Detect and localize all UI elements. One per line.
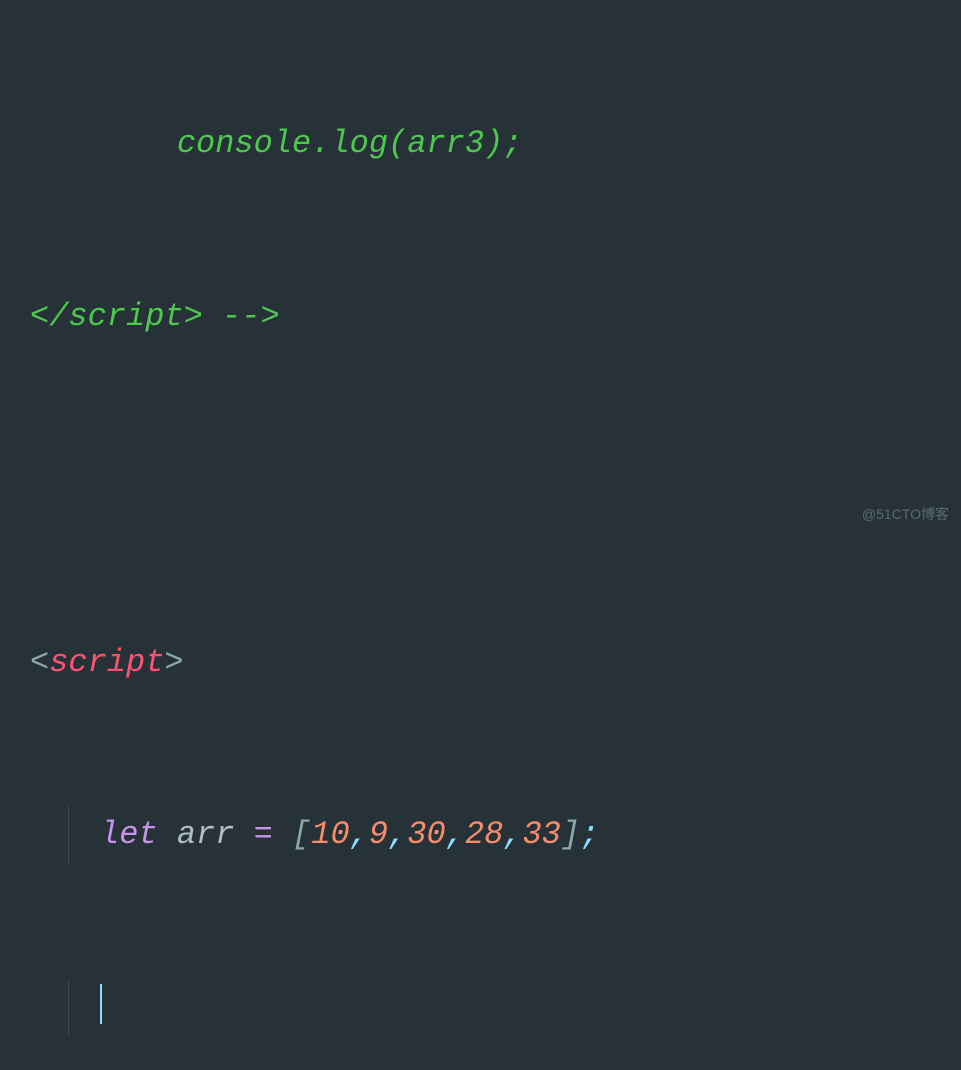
comma: , bbox=[503, 816, 522, 853]
code-line: let arr = [10,9,30,28,33]; bbox=[30, 806, 961, 864]
variable: arr bbox=[177, 816, 235, 853]
number: 28 bbox=[465, 816, 503, 853]
comma: , bbox=[388, 816, 407, 853]
number: 33 bbox=[522, 816, 560, 853]
text-caret bbox=[100, 984, 102, 1024]
comma: , bbox=[446, 816, 465, 853]
indent-guide bbox=[68, 806, 69, 864]
tag-bracket: > bbox=[164, 644, 183, 681]
number: 9 bbox=[369, 816, 388, 853]
tag-bracket: < bbox=[30, 644, 49, 681]
operator: = bbox=[234, 816, 292, 853]
number: 10 bbox=[311, 816, 349, 853]
watermark: @51CTO博客 bbox=[862, 502, 949, 527]
indent-guide bbox=[68, 979, 69, 1037]
comment-text: console.log(arr3); bbox=[30, 125, 522, 162]
code-line: <script> bbox=[30, 634, 961, 692]
bracket: ] bbox=[561, 816, 580, 853]
comment-text: </script​> --> bbox=[30, 298, 280, 335]
number: 30 bbox=[407, 816, 445, 853]
code-line: console.log(arr3); bbox=[30, 115, 961, 173]
code-editor: console.log(arr3); </script​> --> <scrip… bbox=[0, 0, 961, 1070]
comma: , bbox=[350, 816, 369, 853]
keyword: let bbox=[100, 816, 158, 853]
blank-line bbox=[30, 461, 961, 519]
bracket: [ bbox=[292, 816, 311, 853]
space bbox=[158, 816, 177, 853]
code-line[interactable] bbox=[30, 979, 961, 1037]
code-line: </script​> --> bbox=[30, 288, 961, 346]
tag-name: script bbox=[49, 644, 164, 681]
semicolon: ; bbox=[580, 816, 599, 853]
